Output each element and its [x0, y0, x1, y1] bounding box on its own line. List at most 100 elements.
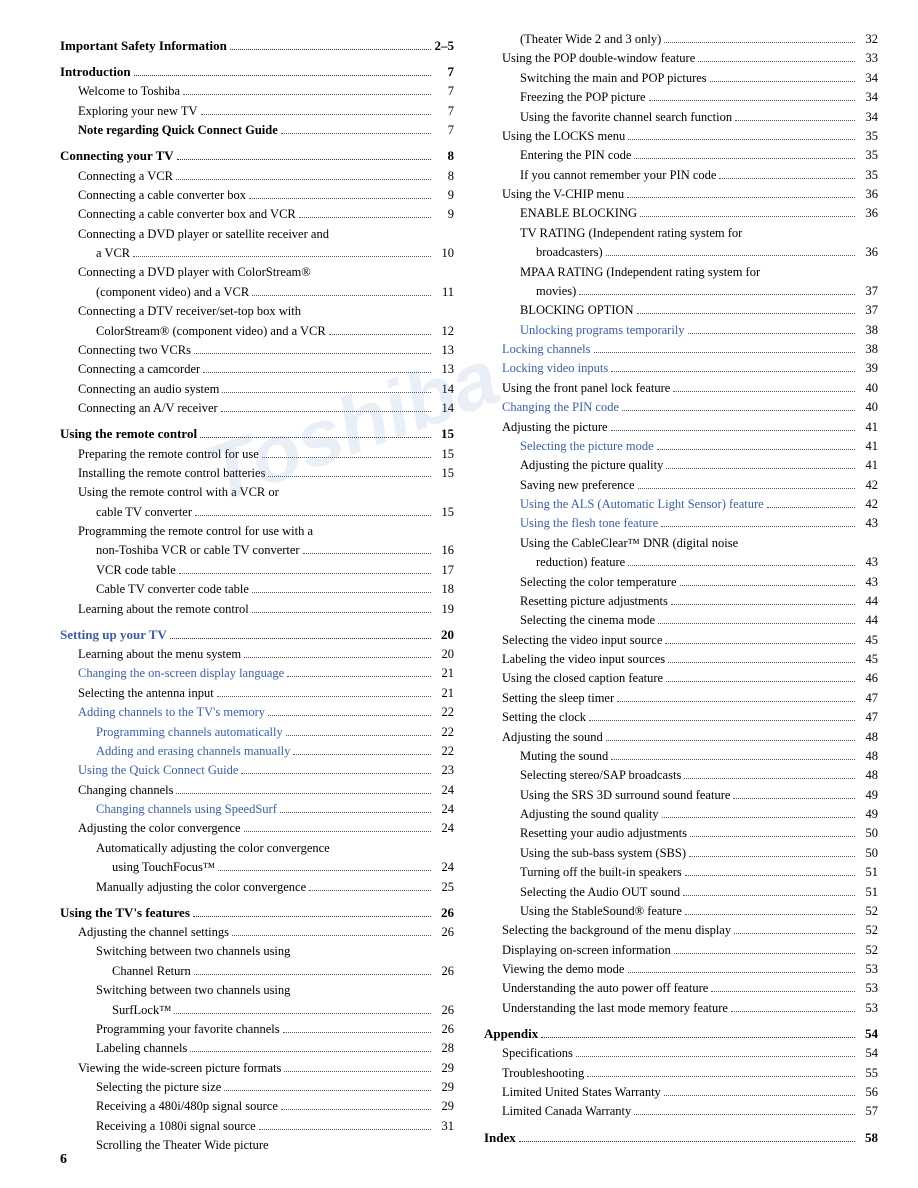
toc-dots — [628, 139, 855, 140]
toc-label: Connecting your TV — [60, 146, 174, 166]
toc-entry: Connecting a DTV receiver/set-top box wi… — [60, 302, 454, 321]
toc-dots — [262, 457, 431, 458]
toc-entry: Labeling channels 28 — [60, 1039, 454, 1058]
toc-dots — [664, 42, 855, 43]
toc-entry: Selecting the Audio OUT sound 51 — [484, 883, 878, 902]
toc-label: Using the flesh tone feature — [520, 514, 658, 533]
toc-dots — [230, 49, 431, 50]
toc-entry: Changing channels 24 — [60, 781, 454, 800]
toc-page: 39 — [858, 359, 878, 378]
toc-entry: Viewing the wide-screen picture formats … — [60, 1059, 454, 1078]
toc-label: Connecting two VCRs — [78, 341, 191, 360]
toc-label: Using the ALS (Automatic Light Sensor) f… — [520, 495, 764, 514]
toc-dots — [281, 133, 431, 134]
toc-page: 7 — [434, 82, 454, 101]
toc-entry: Using the favorite channel search functi… — [484, 108, 878, 127]
toc-entry: Changing the PIN code 40 — [484, 398, 878, 417]
toc-entry: Using the LOCKS menu 35 — [484, 127, 878, 146]
toc-label: Selecting the color temperature — [520, 573, 677, 592]
toc-dots — [767, 507, 855, 508]
toc-dots — [179, 573, 431, 574]
toc-page: 22 — [434, 703, 454, 722]
toc-page: 53 — [858, 999, 878, 1018]
toc-page: 34 — [858, 88, 878, 107]
toc-dots — [221, 411, 431, 412]
toc-page: 41 — [858, 437, 878, 456]
toc-label: Selecting the Audio OUT sound — [520, 883, 680, 902]
toc-dots — [606, 255, 855, 256]
toc-page: 9 — [434, 205, 454, 224]
toc-entry: Selecting the video input source 45 — [484, 631, 878, 650]
toc-entry: Note regarding Quick Connect Guide 7 — [60, 121, 454, 140]
toc-dots — [661, 526, 855, 527]
toc-dots — [611, 371, 855, 372]
toc-label: Selecting the video input source — [502, 631, 662, 650]
toc-label: Selecting the cinema mode — [520, 611, 655, 630]
toc-dots — [640, 216, 855, 217]
toc-label: ENABLE BLOCKING — [520, 204, 637, 223]
toc-dots — [719, 178, 855, 179]
toc-entry: VCR code table 17 — [60, 561, 454, 580]
toc-entry: Learning about the menu system 20 — [60, 645, 454, 664]
toc-label: Selecting the picture mode — [520, 437, 654, 456]
toc-entry: Switching between two channels using — [60, 942, 454, 961]
toc-label: Freezing the POP picture — [520, 88, 646, 107]
toc-dots — [698, 61, 855, 62]
toc-label: Setting the clock — [502, 708, 586, 727]
toc-entry: Specifications 54 — [484, 1044, 878, 1063]
toc-dots — [668, 662, 855, 663]
toc-entry: Using the Quick Connect Guide 23 — [60, 761, 454, 780]
toc-label: Selecting the antenna input — [78, 684, 214, 703]
toc-entry: Connecting your TV 8 — [60, 146, 454, 166]
toc-page: 2–5 — [434, 36, 454, 56]
toc-page: 26 — [434, 962, 454, 981]
toc-dots — [710, 81, 855, 82]
toc-label: Connecting a DVD player or satellite rec… — [78, 225, 329, 244]
toc-dots — [170, 638, 431, 639]
toc-entry: Selecting the picture mode 41 — [484, 437, 878, 456]
toc-dots — [190, 1051, 431, 1052]
toc-page: 51 — [858, 863, 878, 882]
toc-dots — [666, 681, 855, 682]
toc-entry: Connecting a camcorder 13 — [60, 360, 454, 379]
toc-entry: Using the POP double-window feature 33 — [484, 49, 878, 68]
toc-dots — [286, 735, 431, 736]
toc-label: Setting the sleep timer — [502, 689, 614, 708]
toc-page: 41 — [858, 456, 878, 475]
toc-dots — [244, 831, 431, 832]
toc-label: Connecting a DVD player with ColorStream… — [78, 263, 311, 282]
toc-label: Muting the sound — [520, 747, 608, 766]
toc-dots — [280, 812, 431, 813]
toc-entry: Understanding the auto power off feature… — [484, 979, 878, 998]
toc-page: 9 — [434, 186, 454, 205]
toc-label: TV RATING (Independent rating system for — [520, 224, 742, 243]
toc-entry: Locking channels 38 — [484, 340, 878, 359]
toc-page: 33 — [858, 49, 878, 68]
toc-entry: Connecting a DVD player with ColorStream… — [60, 263, 454, 282]
toc-label: Changing the PIN code — [502, 398, 619, 417]
toc-label: Troubleshooting — [502, 1064, 584, 1083]
toc-entry: Connecting two VCRs 13 — [60, 341, 454, 360]
toc-label: Using the remote control with a VCR or — [78, 483, 279, 502]
toc-dots — [683, 895, 855, 896]
toc-label: cable TV converter — [96, 503, 192, 522]
toc-label: Specifications — [502, 1044, 573, 1063]
toc-label: Switching between two channels using — [96, 942, 290, 961]
toc-entry: Switching the main and POP pictures 34 — [484, 69, 878, 88]
toc-page: 22 — [434, 742, 454, 761]
toc-label: BLOCKING OPTION — [520, 301, 634, 320]
toc-entry: Connecting an A/V receiver 14 — [60, 399, 454, 418]
toc-label: Important Safety Information — [60, 36, 227, 56]
toc-entry: Adjusting the picture 41 — [484, 418, 878, 437]
toc-dots — [711, 991, 855, 992]
toc-entry: a VCR 10 — [60, 244, 454, 263]
toc-label: Adding channels to the TV's memory — [78, 703, 265, 722]
toc-label: Understanding the last mode memory featu… — [502, 999, 728, 1018]
toc-entry: Using the V-CHIP menu 36 — [484, 185, 878, 204]
toc-page: 20 — [434, 645, 454, 664]
toc-dots — [673, 391, 855, 392]
toc-label: Channel Return — [112, 962, 191, 981]
toc-entry: Exploring your new TV 7 — [60, 102, 454, 121]
toc-label: Programming your favorite channels — [96, 1020, 280, 1039]
toc-dots — [244, 657, 431, 658]
